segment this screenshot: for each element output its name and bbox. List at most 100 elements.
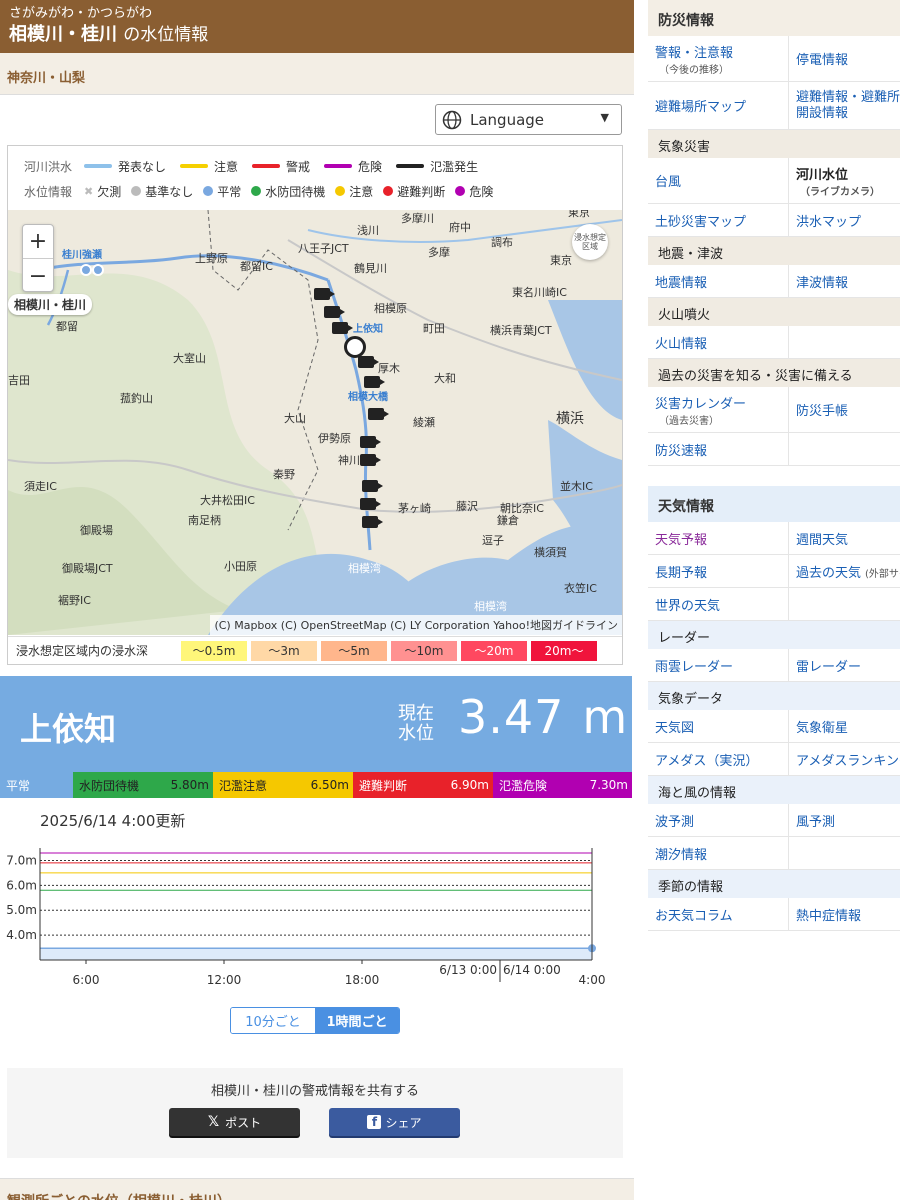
threshold-label: 水防団待機 bbox=[79, 778, 140, 793]
sidebar-link[interactable]: 防災手帳 bbox=[789, 387, 900, 433]
x-logo-icon: 𝕏 bbox=[207, 1114, 220, 1130]
sidebar-link[interactable]: 警報・注意報 （今後の推移） bbox=[648, 36, 789, 82]
threshold-value: 6.90m bbox=[450, 778, 489, 792]
sidebar-link-label: 災害カレンダー bbox=[655, 396, 747, 412]
globe-icon bbox=[442, 110, 462, 129]
sidebar-link[interactable]: 長期予報 bbox=[648, 555, 789, 588]
sidebar-link[interactable]: 河川水位 （ライブカメラ） bbox=[789, 158, 900, 204]
map-place-label: 横須賀 bbox=[534, 546, 567, 559]
sidebar-link[interactable]: 世界の天気 bbox=[648, 588, 789, 621]
level-legend-item: 危険 bbox=[455, 183, 493, 200]
sidebar-link-label: 避難場所マップ bbox=[655, 100, 747, 115]
x-post-label: ポスト bbox=[225, 1115, 262, 1130]
sidebar-link-label: 天気予報 bbox=[655, 532, 708, 548]
camera-pin[interactable] bbox=[324, 306, 345, 318]
legend-swatch bbox=[251, 186, 262, 196]
sidebar-link-sub: （過去災害） bbox=[659, 415, 719, 427]
depth-swatch: 〜0.5m bbox=[181, 640, 247, 661]
threshold-label: 氾濫危険 bbox=[499, 778, 548, 793]
sidebar-link[interactable]: 風予測 bbox=[789, 804, 900, 837]
sidebar-link[interactable]: 停電情報 bbox=[789, 36, 900, 82]
camera-pin[interactable] bbox=[368, 408, 389, 420]
camera-pin[interactable] bbox=[314, 288, 335, 300]
camera-pin[interactable] bbox=[332, 322, 353, 334]
camera-pin[interactable] bbox=[362, 480, 383, 492]
threshold-label: 避難判断 bbox=[359, 778, 408, 793]
sidebar-link[interactable]: 天気図 bbox=[648, 710, 789, 743]
sidebar-link[interactable]: 波予測 bbox=[648, 804, 789, 837]
sidebar-link bbox=[789, 588, 900, 621]
sidebar-link[interactable]: 気象衛星 bbox=[789, 710, 900, 743]
sidebar-link[interactable]: 地震情報 bbox=[648, 265, 789, 298]
interval-1hour-button[interactable]: 1時間ごと bbox=[315, 1008, 399, 1033]
region-label[interactable]: 神奈川・山梨 bbox=[0, 53, 634, 95]
map-place-label: 東京 bbox=[568, 210, 590, 219]
camera-pin[interactable] bbox=[358, 356, 379, 368]
camera-pin[interactable] bbox=[360, 498, 381, 510]
sidebar-link[interactable]: 台風 bbox=[648, 158, 789, 204]
page-title: 相模川・桂川 の水位情報 bbox=[9, 22, 634, 48]
legend-swatch bbox=[396, 164, 425, 168]
sidebar-link[interactable]: 熱中症情報 bbox=[789, 898, 900, 931]
sidebar-link[interactable]: 防災速報 bbox=[648, 433, 789, 466]
map-attribution[interactable]: (C) Mapbox (C) OpenStreetMap (C) LY Corp… bbox=[210, 615, 622, 635]
camera-pin[interactable] bbox=[360, 436, 381, 448]
sidebar-link[interactable]: 潮汐情報 bbox=[648, 837, 789, 870]
legend-swatch bbox=[335, 186, 346, 196]
sidebar-link-label: 火山情報 bbox=[655, 336, 708, 352]
sidebar-link[interactable]: 避難場所マップ bbox=[648, 82, 789, 130]
interval-10min-button[interactable]: 10分ごと bbox=[231, 1008, 315, 1033]
sidebar-link[interactable]: お天気コラム bbox=[648, 898, 789, 931]
sidebar-link[interactable]: アメダス（実況） bbox=[648, 743, 789, 776]
flood-area-toggle[interactable]: 浸水想定区域 bbox=[572, 224, 608, 260]
sidebar-link-label: 避難情報・避難所開設情報 bbox=[796, 89, 900, 121]
map-place-label: 裾野IC bbox=[58, 594, 91, 607]
current-level-value: 3.47 m bbox=[458, 690, 628, 744]
depth-swatch: 〜3m bbox=[251, 640, 317, 661]
legend-swatch bbox=[383, 186, 394, 196]
station-dot[interactable] bbox=[92, 264, 104, 276]
camera-pin[interactable] bbox=[364, 376, 385, 388]
sidebar-link[interactable]: アメダスランキング bbox=[789, 743, 900, 776]
language-select[interactable]: Language ▼ bbox=[435, 104, 622, 135]
sidebar-link[interactable]: 火山情報 bbox=[648, 326, 789, 359]
sidebar-link[interactable]: 天気予報 bbox=[648, 522, 789, 555]
sidebar-link-label: 長期予報 bbox=[655, 565, 708, 581]
map-place-label: 吉田 bbox=[8, 374, 30, 387]
x-tick-label: 6/13 0:00 bbox=[439, 963, 497, 977]
sidebar-link-label: 洪水マップ bbox=[796, 214, 862, 230]
sidebar-link[interactable]: 津波情報 bbox=[789, 265, 900, 298]
x-post-button[interactable]: 𝕏 ポスト bbox=[169, 1108, 300, 1136]
threshold-segment: 氾濫危険 7.30m bbox=[493, 772, 632, 798]
flood-legend: 河川洪水 発表なし 注意 警戒 危険 氾濫発生 bbox=[24, 158, 492, 174]
facebook-share-label: シェア bbox=[385, 1115, 422, 1130]
legend-item-label: 注意 bbox=[349, 184, 374, 199]
map-place-label: 鶴見川 bbox=[354, 262, 387, 275]
sidebar-link[interactable]: 災害カレンダー （過去災害） bbox=[648, 387, 789, 433]
page-subtitle: さがみがわ・かつらがわ bbox=[9, 6, 153, 21]
camera-pin[interactable] bbox=[362, 516, 383, 528]
camera-pin[interactable] bbox=[360, 454, 381, 466]
facebook-share-button[interactable]: f シェア bbox=[329, 1108, 460, 1136]
river-tag[interactable]: 相模川・桂川 bbox=[8, 294, 93, 315]
legend-swatch bbox=[203, 186, 214, 196]
sidebar-link[interactable]: 週間天気 bbox=[789, 522, 900, 555]
zoom-in-button[interactable]: + bbox=[23, 225, 53, 259]
zoom-out-button[interactable]: − bbox=[23, 259, 53, 293]
sidebar-link[interactable]: 雨雲レーダー bbox=[648, 649, 789, 682]
x-tick-label: 18:00 bbox=[345, 973, 380, 987]
depth-swatch: 〜20m bbox=[461, 640, 527, 661]
sidebar-link[interactable]: 過去の天気(外部サイト) bbox=[789, 555, 900, 588]
sidebar-link[interactable]: 避難情報・避難所開設情報 bbox=[789, 82, 900, 130]
station-dot[interactable] bbox=[80, 264, 92, 276]
sidebar-link[interactable]: 土砂災害マップ bbox=[648, 204, 789, 237]
sidebar-link[interactable]: 洪水マップ bbox=[789, 204, 900, 237]
legend-item-label: 氾濫発生 bbox=[430, 159, 479, 174]
selected-station-marker[interactable] bbox=[344, 336, 366, 358]
sidebar-link-label: お天気コラム bbox=[655, 908, 733, 924]
legend-item-label: 避難判断 bbox=[397, 184, 446, 199]
threshold-segment: 氾濫注意 6.50m bbox=[213, 772, 353, 798]
level-legend-item: 注意 bbox=[335, 183, 373, 200]
sidebar-link[interactable]: 雷レーダー bbox=[789, 649, 900, 682]
map-view[interactable]: 東京 浅川 多摩川 府中 八王子JCT 多摩 調布 上野原 都留IC 鶴見川 東京 東名川崎IC 相模原… bbox=[8, 210, 622, 635]
